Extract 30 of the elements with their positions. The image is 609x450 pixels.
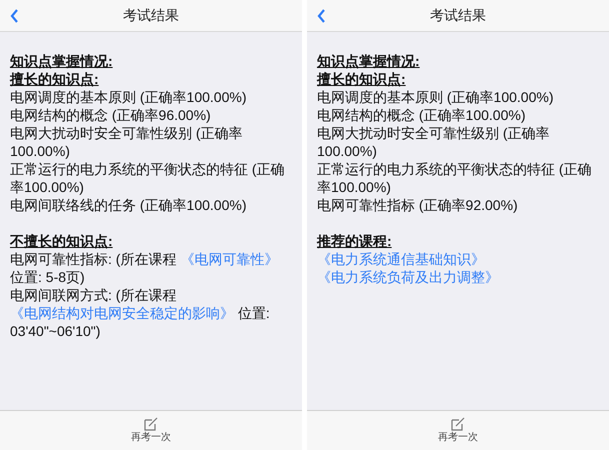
result-line: 正常运行的电力系统的平衡状态的特征 (正确率100.00%)	[317, 160, 593, 196]
course-link[interactable]: 《电网结构对电网安全稳定的影响》	[10, 305, 234, 321]
result-line: 正常运行的电力系统的平衡状态的特征 (正确率100.00%)	[10, 160, 286, 196]
result-line: 电网可靠性指标 (正确率92.00%)	[317, 196, 519, 214]
result-line: 电网可靠性指标: (所在课程 《电网可靠性》 位置: 5-8页)	[10, 250, 280, 286]
result-line: 电网大扰动时安全可靠性级别 (正确率100.00%)	[317, 124, 551, 160]
nav-title: 考试结果	[123, 6, 179, 25]
course-link[interactable]: 《电力系统负荷及出力调整》	[317, 269, 499, 285]
section-heading: 推荐的课程:	[317, 232, 393, 250]
retake-button[interactable]: 再考一次	[307, 410, 609, 450]
retake-button[interactable]: 再考一次	[0, 410, 302, 450]
edit-icon	[451, 417, 465, 431]
result-line: 电网结构的概念 (正确率96.00%)	[10, 106, 212, 124]
result-line: 电网大扰动时安全可靠性级别 (正确率100.00%)	[10, 124, 244, 160]
result-line: 电网间联络线的任务 (正确率100.00%)	[10, 196, 248, 214]
section-heading: 擅长的知识点:	[317, 70, 407, 88]
course-link[interactable]: 《电网可靠性》	[180, 251, 278, 267]
back-icon	[316, 9, 326, 23]
result-line: 电网调度的基本原则 (正确率100.00%)	[10, 88, 248, 106]
result-line: 电网调度的基本原则 (正确率100.00%)	[317, 88, 554, 106]
nav-title: 考试结果	[430, 6, 486, 25]
result-line: 电网间联网方式: (所在课程 《电网结构对电网安全稳定的影响》 位置: 03'40"~06'10")	[10, 286, 271, 340]
back-icon	[10, 9, 18, 23]
section-heading: 不擅长的知识点:	[10, 232, 114, 250]
section-heading: 擅长的知识点:	[10, 70, 100, 88]
section-heading: 知识点掌握情况:	[10, 52, 114, 70]
course-link[interactable]: 《电力系统通信基础知识》	[317, 251, 485, 267]
section-heading: 知识点掌握情况:	[317, 52, 421, 70]
edit-icon	[144, 417, 158, 431]
result-line: 电网结构的概念 (正确率100.00%)	[317, 106, 526, 124]
